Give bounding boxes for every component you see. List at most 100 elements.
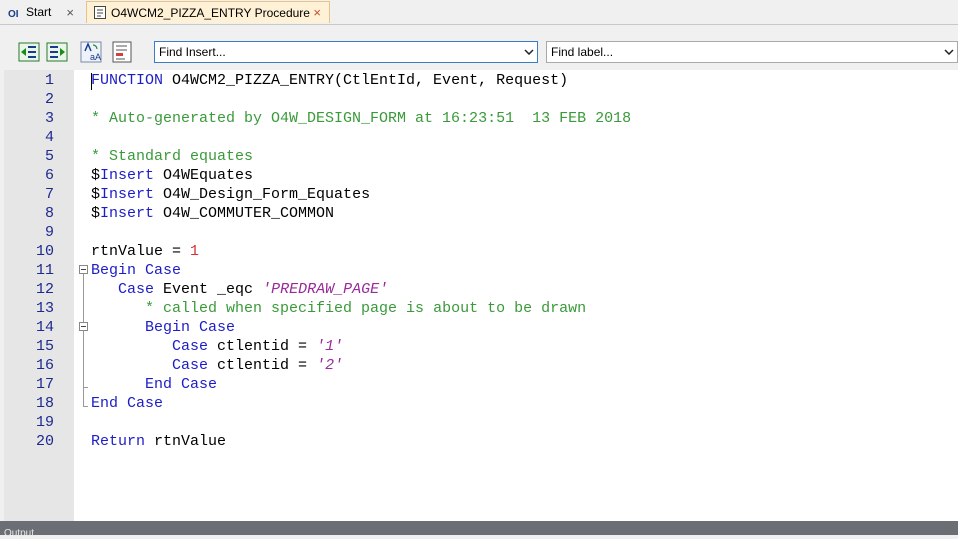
code-token: Case: [172, 357, 209, 374]
line-number: 1: [44, 72, 54, 89]
fold-end-marker: [83, 387, 88, 388]
code-line[interactable]: End Case: [91, 394, 163, 413]
code-line[interactable]: $Insert O4WEquates: [91, 166, 253, 185]
tab-start-label: Start: [26, 5, 52, 19]
code-line[interactable]: Return rtnValue: [91, 432, 226, 451]
outdent-icon: [18, 42, 40, 62]
code-line[interactable]: $Insert O4W_Design_Form_Equates: [91, 185, 370, 204]
code-line[interactable]: Begin Case: [91, 318, 235, 337]
line-number: 12: [35, 281, 54, 298]
code-token: Begin Case: [91, 262, 182, 279]
fold-toggle-icon[interactable]: [79, 322, 88, 331]
code-token: $: [91, 186, 101, 203]
tab-procedure-label: O4WCM2_PIZZA_ENTRY Procedure: [111, 5, 310, 20]
code-token: O4W_Design_Form_Equates: [154, 186, 371, 203]
change-case-icon: aA: [80, 41, 102, 63]
line-number: 20: [35, 433, 54, 450]
indent-button[interactable]: [46, 41, 68, 63]
code-token: rtnValue =: [91, 243, 191, 260]
code-line[interactable]: Case ctlentid = '1': [91, 337, 343, 356]
line-number: 19: [35, 414, 54, 431]
form-designer-button[interactable]: [111, 41, 133, 63]
line-number: 17: [35, 376, 54, 393]
change-case-button[interactable]: aA: [80, 41, 102, 63]
chevron-down-icon[interactable]: [941, 42, 957, 62]
code-token: FUNCTION: [91, 72, 164, 89]
code-line[interactable]: FUNCTION O4WCM2_PIZZA_ENTRY(CtlEntId, Ev…: [91, 71, 568, 90]
code-token: * Auto-generated by O4W_DESIGN_FORM at 1…: [91, 110, 632, 127]
code-token: $: [91, 205, 101, 222]
close-icon[interactable]: ×: [66, 5, 74, 20]
code-line[interactable]: End Case: [91, 375, 217, 394]
toolbar: aA Find Insert... Find label...: [0, 25, 958, 70]
svg-text:OI: OI: [8, 9, 19, 18]
code-token: '2': [316, 357, 344, 374]
code-line[interactable]: * called when specified page is about to…: [91, 299, 586, 318]
code-token: Case: [118, 281, 155, 298]
fold-toggle-icon[interactable]: [79, 265, 88, 274]
code-token: Begin Case: [145, 319, 236, 336]
code-line[interactable]: rtnValue = 1: [91, 242, 199, 261]
code-token: Insert: [100, 186, 155, 203]
outdent-button[interactable]: [18, 41, 40, 63]
output-panel-header[interactable]: Output: [0, 521, 958, 539]
find-insert-dropdown[interactable]: Find Insert...: [154, 41, 538, 63]
code-token: ctlentid =: [208, 357, 317, 374]
form-icon: [112, 41, 132, 63]
tab-procedure[interactable]: O4WCM2_PIZZA_ENTRY Procedure ×: [86, 1, 330, 23]
indent-icon: [46, 42, 68, 62]
code-line[interactable]: Case Event _eqc 'PREDRAW_PAGE': [91, 280, 388, 299]
line-number: 5: [44, 148, 54, 165]
code-line[interactable]: * Standard equates: [91, 147, 253, 166]
chevron-down-icon[interactable]: [521, 42, 537, 62]
oi-logo-icon: OI: [8, 6, 21, 19]
line-number: 16: [35, 357, 54, 374]
procedure-icon: [93, 6, 106, 19]
line-number: 15: [35, 338, 54, 355]
fold-margin: [74, 70, 90, 521]
line-number: 10: [35, 243, 54, 260]
code-token: * called when specified page is about to…: [145, 300, 587, 317]
code-token: End Case: [91, 395, 164, 412]
code-token: 1: [190, 243, 200, 260]
line-number: 2: [44, 91, 54, 108]
code-token: O4WEquates: [154, 167, 254, 184]
code-token: Insert: [100, 167, 155, 184]
close-icon[interactable]: ×: [313, 5, 321, 20]
code-token: Insert: [100, 205, 155, 222]
code-token: O4W_COMMUTER_COMMON: [154, 205, 335, 222]
code-editor[interactable]: 1 FUNCTION O4WCM2_PIZZA_ENTRY(CtlEntId, E…: [4, 70, 958, 521]
code-token: rtnValue: [145, 433, 227, 450]
line-number: 4: [44, 129, 54, 146]
code-token: End Case: [145, 376, 218, 393]
line-number: 11: [35, 262, 54, 279]
code-line[interactable]: Begin Case: [91, 261, 181, 280]
code-token: 'PREDRAW_PAGE': [262, 281, 389, 298]
line-number: 8: [44, 205, 54, 222]
code-token: * Standard equates: [91, 148, 254, 165]
line-number: 14: [35, 319, 54, 336]
line-number: 13: [35, 300, 54, 317]
line-number: 18: [35, 395, 54, 412]
code-line[interactable]: $Insert O4W_COMMUTER_COMMON: [91, 204, 334, 223]
line-number: 9: [44, 224, 54, 241]
code-token: Event _eqc: [154, 281, 263, 298]
code-token: $: [91, 167, 101, 184]
fold-end-marker: [83, 406, 88, 407]
text-cursor: [91, 73, 92, 90]
find-insert-value: Find Insert...: [159, 45, 226, 59]
tab-start[interactable]: OI Start ×: [2, 1, 82, 23]
code-token: Case: [172, 338, 209, 355]
line-number: 3: [44, 110, 54, 127]
code-token: '1': [316, 338, 344, 355]
svg-text:aA: aA: [90, 52, 101, 62]
code-line[interactable]: Case ctlentid = '2': [91, 356, 343, 375]
find-label-dropdown[interactable]: Find label...: [546, 41, 958, 63]
code-line[interactable]: * Auto-generated by O4W_DESIGN_FORM at 1…: [91, 109, 631, 128]
